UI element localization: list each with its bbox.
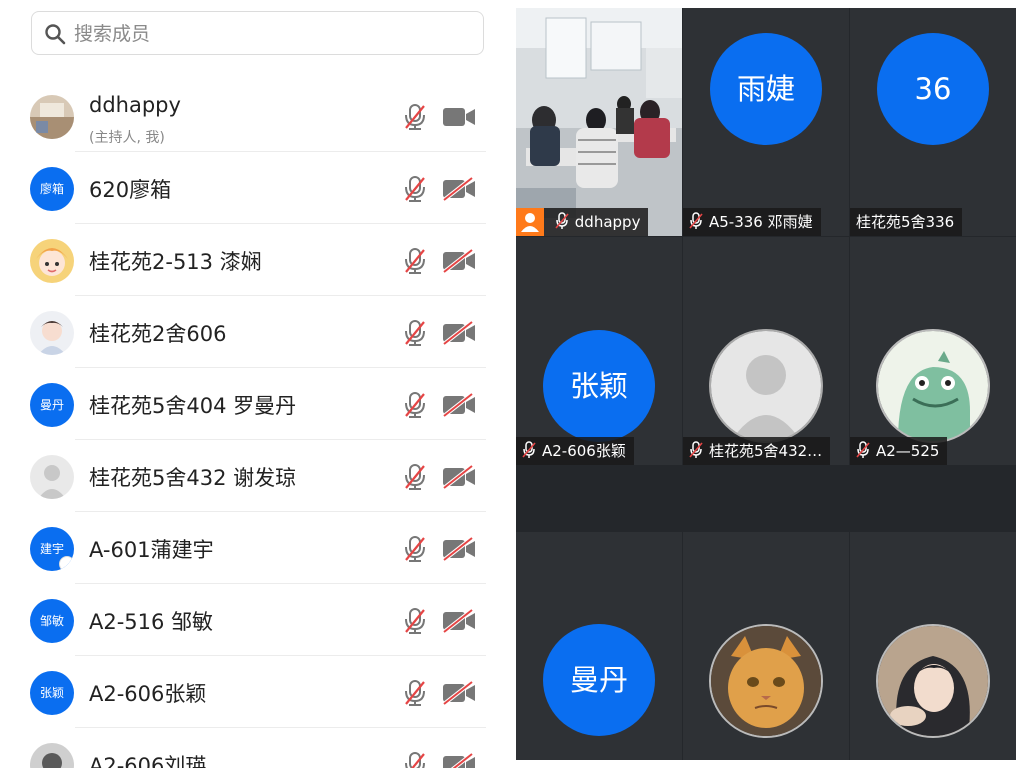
video-grid: ddhappy 雨婕 A5-336 邓雨婕 36 桂花苑5舍336 张颖 A2-…	[516, 8, 1016, 760]
mic-muted-icon[interactable]	[403, 463, 427, 491]
camera-off-icon[interactable]	[441, 753, 477, 768]
member-name: 桂花苑5舍404 罗曼丹	[89, 394, 297, 418]
mic-muted-icon	[856, 441, 870, 458]
search-icon	[45, 24, 66, 45]
host-icon	[516, 208, 544, 236]
camera-off-icon[interactable]	[441, 681, 477, 705]
video-tile[interactable]: 雨婕 A5-336 邓雨婕	[683, 8, 849, 236]
classroom-video	[516, 8, 682, 236]
mic-muted-icon	[689, 441, 703, 458]
device-badge-icon	[59, 556, 74, 571]
member-name: ddhappy	[89, 93, 181, 117]
tile-label: ddhappy	[516, 208, 649, 236]
avatar: 建宇	[30, 527, 74, 571]
girl-avatar	[876, 624, 990, 738]
cat-avatar	[709, 624, 823, 738]
avatar	[30, 311, 74, 355]
mic-muted-icon	[689, 212, 703, 229]
video-tile[interactable]: 36 桂花苑5舍336	[850, 8, 1016, 236]
tile-label: 桂花苑5舍336	[850, 208, 963, 236]
member-row[interactable]: 张颖 A2-606张颖	[0, 656, 505, 728]
member-list-panel: ddhappy (主持人, 我) 廖箱 620廖箱	[0, 0, 505, 768]
avatar	[30, 455, 74, 499]
mic-muted-icon[interactable]	[403, 103, 427, 131]
mic-muted-icon	[522, 441, 536, 458]
default-avatar	[709, 329, 823, 443]
camera-off-icon[interactable]	[441, 321, 477, 345]
camera-off-icon[interactable]	[441, 393, 477, 417]
mic-muted-icon[interactable]	[403, 679, 427, 707]
member-name: A2-606张颖	[89, 682, 207, 706]
camera-icon[interactable]	[441, 105, 477, 129]
mic-muted-icon[interactable]	[403, 391, 427, 419]
member-row[interactable]: 廖箱 620廖箱	[0, 152, 505, 224]
member-name: 620廖箱	[89, 178, 172, 202]
video-tile[interactable]: 张颖 A2-606张颖	[516, 237, 682, 465]
avatar: 曼丹	[30, 383, 74, 427]
avatar	[30, 95, 74, 139]
member-row[interactable]: 桂花苑2舍606	[0, 296, 505, 368]
tile-label: A5-336 邓雨婕	[683, 208, 821, 236]
search-box[interactable]	[31, 11, 484, 55]
member-row[interactable]: ddhappy (主持人, 我)	[0, 80, 505, 152]
dino-avatar	[876, 329, 990, 443]
mic-muted-icon[interactable]	[403, 319, 427, 347]
search-input[interactable]	[72, 18, 476, 50]
avatar	[30, 239, 74, 283]
member-row[interactable]: 桂花苑5舍432 谢发琼	[0, 440, 505, 512]
mic-muted-icon[interactable]	[403, 175, 427, 203]
member-row[interactable]: 桂花苑2-513 漆娴	[0, 224, 505, 296]
member-name: 桂花苑2舍606	[89, 322, 227, 346]
member-row[interactable]: A2-606刘瑛	[0, 728, 505, 768]
video-tile[interactable]: 桂花苑5舍432…	[683, 237, 849, 465]
tile-label: A2—525	[850, 437, 948, 465]
mic-muted-icon[interactable]	[403, 607, 427, 635]
video-tile[interactable]	[850, 532, 1016, 760]
participant-avatar: 曼丹	[543, 624, 655, 736]
participant-avatar: 36	[877, 33, 989, 145]
avatar: 廖箱	[30, 167, 74, 211]
camera-off-icon[interactable]	[441, 537, 477, 561]
member-name: A-601蒲建宇	[89, 538, 214, 562]
camera-off-icon[interactable]	[441, 177, 477, 201]
member-role: (主持人, 我)	[89, 130, 165, 146]
mic-muted-icon[interactable]	[403, 535, 427, 563]
avatar: 张颖	[30, 671, 74, 715]
avatar	[30, 743, 74, 768]
mic-muted-icon	[555, 212, 569, 229]
avatar: 邹敏	[30, 599, 74, 643]
member-name: A2-516 邹敏	[89, 610, 214, 634]
participant-avatar: 张颖	[543, 330, 655, 442]
camera-off-icon[interactable]	[441, 609, 477, 633]
video-tile[interactable]	[683, 532, 849, 760]
video-tile[interactable]: 曼丹	[516, 532, 682, 760]
camera-off-icon[interactable]	[441, 465, 477, 489]
member-row[interactable]: 建宇 A-601蒲建宇	[0, 512, 505, 584]
member-row[interactable]: 邹敏 A2-516 邹敏	[0, 584, 505, 656]
member-row[interactable]: 曼丹 桂花苑5舍404 罗曼丹	[0, 368, 505, 440]
member-name: A2-606刘瑛	[89, 754, 207, 768]
member-name: 桂花苑5舍432 谢发琼	[89, 466, 297, 490]
tile-label: 桂花苑5舍432…	[683, 437, 831, 465]
mic-muted-icon[interactable]	[403, 247, 427, 275]
video-tile[interactable]: A2—525	[850, 237, 1016, 465]
mic-muted-icon[interactable]	[403, 751, 427, 768]
participant-avatar: 雨婕	[710, 33, 822, 145]
video-tile-host[interactable]: ddhappy	[516, 8, 682, 236]
camera-off-icon[interactable]	[441, 249, 477, 273]
member-name: 桂花苑2-513 漆娴	[89, 250, 262, 274]
tile-label: A2-606张颖	[516, 437, 634, 465]
